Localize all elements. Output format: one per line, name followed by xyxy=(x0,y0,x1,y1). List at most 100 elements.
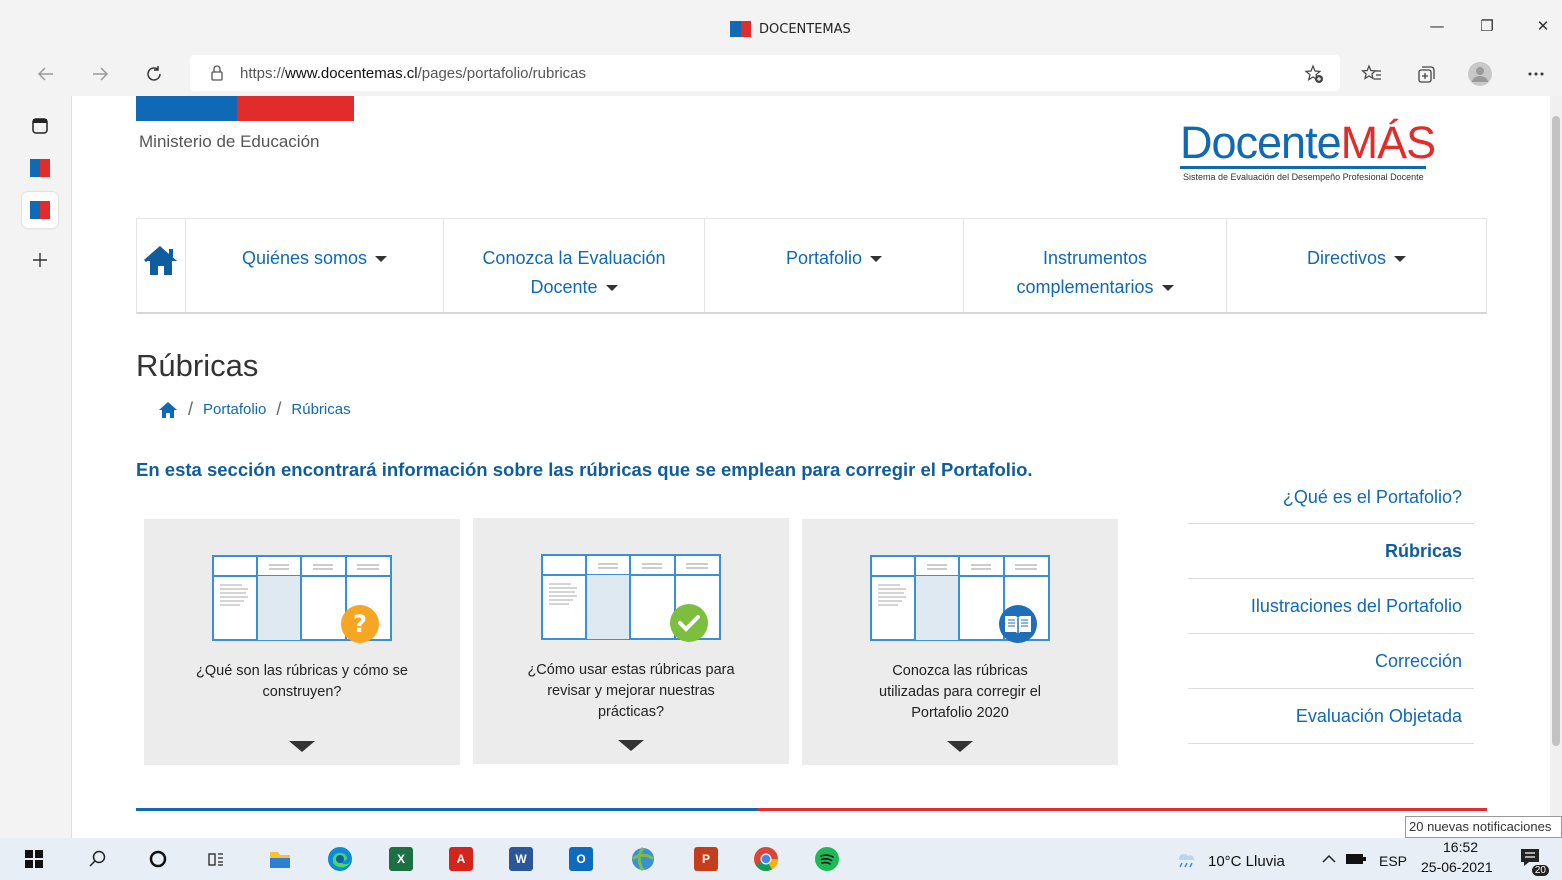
caret-down-icon xyxy=(605,285,618,292)
add-favorite-button[interactable] xyxy=(1300,60,1328,88)
breadcrumb-portafolio-link[interactable]: Portafolio xyxy=(203,401,266,418)
weather-text[interactable]: 10°C Lluvia xyxy=(1208,853,1285,870)
taskbar-edge[interactable] xyxy=(324,843,356,875)
card-caption: Conozca las rúbricas utilizadas para cor… xyxy=(822,661,1098,724)
battery-button[interactable] xyxy=(1340,843,1372,875)
taskbar-powerpoint[interactable]: P xyxy=(690,843,722,875)
taskbar-excel[interactable]: X xyxy=(385,843,417,875)
page-title: Rúbricas xyxy=(136,348,259,383)
home-icon[interactable] xyxy=(158,401,178,419)
card-caption-line: utilizadas para corregir el xyxy=(879,684,1041,700)
breadcrumb: / Portafolio / Rúbricas xyxy=(158,399,351,420)
forward-button[interactable] xyxy=(86,60,114,88)
taskbar-word[interactable]: W xyxy=(505,843,537,875)
intro-text: En esta sección encontrará información s… xyxy=(136,459,1033,480)
lock-icon xyxy=(211,65,223,81)
nav-item-quienes-somos[interactable]: Quiénes somos xyxy=(186,219,444,312)
card-como-usar-rubricas[interactable]: ¿Cómo usar estas rúbricas para revisar y… xyxy=(473,518,789,764)
nav-item-portafolio[interactable]: Portafolio xyxy=(705,219,964,312)
scrollbar-thumb[interactable] xyxy=(1552,116,1560,746)
back-button[interactable] xyxy=(32,60,60,88)
nav-label: Directivos xyxy=(1306,248,1386,268)
tab-actions-button[interactable] xyxy=(22,108,58,144)
new-tab-button[interactable] xyxy=(22,242,58,278)
caret-down-icon xyxy=(1394,256,1406,263)
input-language[interactable]: ESP xyxy=(1379,853,1407,869)
nav-label: Portafolio xyxy=(785,248,863,268)
outlook-icon: O xyxy=(569,847,593,871)
footer-color-line xyxy=(136,808,1487,811)
task-view-button[interactable] xyxy=(200,843,232,875)
address-bar[interactable]: https://www.docentemas.cl/pages/portafol… xyxy=(190,55,1340,91)
url-scheme: https:// xyxy=(240,64,286,82)
minimize-button[interactable]: — xyxy=(1422,14,1452,38)
rubric-table-illustration xyxy=(870,555,1050,643)
powerpoint-icon: P xyxy=(694,847,718,871)
docentemas-logo[interactable]: DocenteMÁS Sistema de Evaluación del Des… xyxy=(1180,117,1436,182)
breadcrumb-separator: / xyxy=(276,399,282,419)
cortana-button[interactable] xyxy=(142,843,174,875)
taskbar-acrobat[interactable]: A xyxy=(445,843,477,875)
side-menu-correccion[interactable]: Corrección xyxy=(1188,634,1474,689)
question-icon: ? xyxy=(353,610,367,638)
side-menu-que-es-portafolio[interactable]: ¿Qué es el Portafolio? xyxy=(1188,471,1474,524)
tab-item-2[interactable] xyxy=(22,192,58,228)
url-text: https://www.docentemas.cl/pages/portafol… xyxy=(240,65,586,82)
action-center-button[interactable]: 20 xyxy=(1515,843,1549,876)
browser-toolbar: https://www.docentemas.cl/pages/portafol… xyxy=(0,52,1562,96)
reload-button[interactable] xyxy=(140,60,168,88)
globe-app-icon xyxy=(631,847,655,871)
side-menu-rubricas[interactable]: Rúbricas xyxy=(1188,524,1474,579)
battery-icon xyxy=(1346,854,1366,864)
url-domain: www.docentemas.cl xyxy=(285,64,418,82)
nav-label-line2: Docente xyxy=(530,277,598,297)
taskbar-outlook[interactable]: O xyxy=(565,843,597,875)
taskbar-file-explorer[interactable] xyxy=(264,843,296,875)
profile-button[interactable] xyxy=(1466,60,1494,88)
taskbar-app-globe[interactable] xyxy=(627,843,659,875)
card-caption-line: construyen? xyxy=(262,684,342,700)
logo-part-docente: Docente xyxy=(1180,117,1342,168)
windows-logo-icon xyxy=(25,850,43,868)
favorites-list-icon xyxy=(1361,64,1381,80)
clock-time[interactable]: 16:52 xyxy=(1443,839,1478,855)
triangle-down-icon xyxy=(618,740,644,751)
page-scrollbar[interactable] xyxy=(1550,96,1562,838)
search-button[interactable] xyxy=(82,843,114,875)
logo-wordmark: DocenteMÁS xyxy=(1180,117,1436,168)
clock-date[interactable]: 25-06-2021 xyxy=(1421,859,1493,875)
more-menu-button[interactable] xyxy=(1522,60,1550,88)
breadcrumb-rubricas-link[interactable]: Rúbricas xyxy=(291,401,350,418)
excel-icon: X xyxy=(389,847,413,871)
card-caption-line: Portafolio 2020 xyxy=(911,705,1009,721)
side-menu-evaluacion-objetada[interactable]: Evaluación Objetada xyxy=(1188,689,1474,744)
arrow-left-icon xyxy=(37,67,53,81)
site-favicon-icon xyxy=(730,21,751,37)
breadcrumb-separator: / xyxy=(188,399,194,419)
site-favicon-icon xyxy=(30,201,50,219)
nav-item-conozca-evaluacion[interactable]: Conozca la Evaluación Docente xyxy=(444,219,705,312)
restore-button[interactable]: ❐ xyxy=(1472,14,1502,38)
favorites-button[interactable] xyxy=(1358,60,1386,88)
side-menu-ilustraciones[interactable]: Ilustraciones del Portafolio xyxy=(1188,579,1474,634)
ministry-label: Ministerio de Educación xyxy=(139,132,320,151)
window-title: DOCENTEMAS xyxy=(730,21,851,37)
card-que-son-rubricas[interactable]: ? ¿Qué son las rúbricas y cómo se constr… xyxy=(144,519,460,765)
taskbar-spotify[interactable] xyxy=(811,843,843,875)
weather-icon[interactable] xyxy=(1170,843,1202,875)
caret-down-icon xyxy=(1161,285,1174,292)
caret-down-icon xyxy=(870,256,883,263)
logo-subtitle: Sistema de Evaluación del Desempeño Prof… xyxy=(1183,172,1424,182)
close-button[interactable]: ✕ xyxy=(1528,14,1558,38)
collections-button[interactable] xyxy=(1412,60,1440,88)
rubric-table-illustration xyxy=(541,554,721,642)
folder-icon xyxy=(270,852,290,868)
card-conozca-rubricas-2020[interactable]: Conozca las rúbricas utilizadas para cor… xyxy=(802,519,1118,765)
nav-home-button[interactable] xyxy=(137,219,186,312)
nav-item-directivos[interactable]: Directivos xyxy=(1227,219,1486,312)
taskbar-chrome[interactable] xyxy=(750,843,782,875)
nav-item-instrumentos[interactable]: Instrumentos complementarios xyxy=(964,219,1227,312)
start-button[interactable] xyxy=(18,843,50,875)
title-bar: DOCENTEMAS — ❐ ✕ xyxy=(0,0,1562,52)
tab-item-1[interactable] xyxy=(22,150,58,186)
